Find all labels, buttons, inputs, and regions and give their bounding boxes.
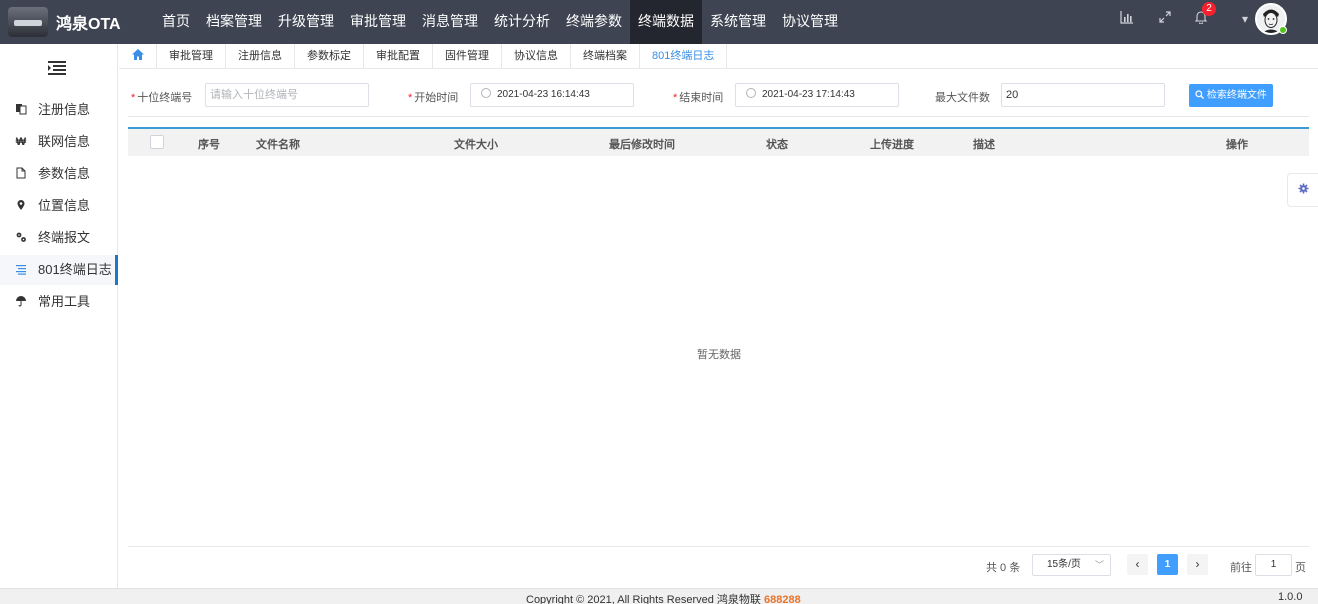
top-navigation: 首页 档案管理 升级管理 审批管理 消息管理 统计分析 终端参数 终端数据 系统… <box>154 0 846 44</box>
chevron-down-icon: ﹀ <box>1094 560 1104 570</box>
location-pin-icon <box>14 199 28 213</box>
online-status-dot <box>1279 26 1287 34</box>
nav-item-upgrade[interactable]: 升级管理 <box>270 0 342 44</box>
goto-page-input[interactable]: 1 <box>1255 554 1292 576</box>
column-header-index: 序号 <box>198 139 220 151</box>
currency-icon: ₩ <box>15 136 27 148</box>
chevron-right-icon: › <box>1195 557 1200 571</box>
umbrella-icon <box>14 295 28 309</box>
max-files-label: 最大文件数 <box>935 92 990 104</box>
nav-item-home[interactable]: 首页 <box>154 0 198 44</box>
clock-icon <box>481 88 491 98</box>
table-bottom-border <box>128 546 1309 547</box>
end-time-label: * 结束时间 <box>673 92 724 104</box>
bar-chart-icon[interactable] <box>1118 10 1136 28</box>
column-header-file-size: 文件大小 <box>454 139 498 151</box>
search-icon <box>1195 90 1207 101</box>
sidebar-item-tools[interactable]: 常用工具 <box>0 287 118 317</box>
end-time-picker[interactable]: 2021-04-23 17:14:43 <box>735 83 899 107</box>
sidebar-item-label: 终端报文 <box>38 230 91 245</box>
terminal-number-input[interactable]: 请输入十位终端号 <box>205 83 369 107</box>
nav-item-message[interactable]: 消息管理 <box>414 0 486 44</box>
sidebar-item-801-log[interactable]: 801终端日志 <box>0 255 118 285</box>
column-header-description: 描述 <box>973 139 995 151</box>
form-divider <box>128 116 1309 117</box>
column-header-upload-progress: 上传进度 <box>870 139 914 151</box>
sidebar-item-label: 参数信息 <box>38 166 91 181</box>
caret-down-icon[interactable]: ▾ <box>1236 10 1254 28</box>
prev-page-button[interactable]: ‹ <box>1127 554 1148 575</box>
logo-icon <box>8 7 48 37</box>
nav-item-statistics[interactable]: 统计分析 <box>486 0 558 44</box>
nav-item-approval[interactable]: 审批管理 <box>342 0 414 44</box>
sidebar-item-label: 常用工具 <box>38 294 91 309</box>
tab-firmware[interactable]: 固件管理 <box>433 44 502 68</box>
sidebar-item-label: 注册信息 <box>38 102 91 117</box>
clock-icon <box>746 88 756 98</box>
empty-state-text: 暂无数据 <box>697 349 741 361</box>
notification-badge: 2 <box>1202 2 1216 16</box>
chevron-left-icon: ‹ <box>1135 557 1140 571</box>
max-files-input[interactable]: 20 <box>1001 83 1165 107</box>
sidebar-item-label: 联网信息 <box>38 134 91 149</box>
tab-801-log[interactable]: 801终端日志 <box>640 44 728 68</box>
nav-item-system[interactable]: 系统管理 <box>702 0 774 44</box>
pagination-total: 共 0 条 <box>986 562 1021 574</box>
top-bar: 鸿泉OTA 首页 档案管理 升级管理 审批管理 消息管理 统计分析 终端参数 终… <box>0 0 1318 44</box>
nav-item-protocol[interactable]: 协议管理 <box>774 0 846 44</box>
tab-approval-config[interactable]: 审批配置 <box>364 44 433 68</box>
version-text: 1.0.0 <box>1278 591 1303 603</box>
goto-label: 前往 <box>1230 562 1252 574</box>
page-size-select[interactable]: 15条/页 ﹀ <box>1032 554 1111 576</box>
table-header: 序号 文件名称 文件大小 最后修改时间 状态 上传进度 描述 操作 <box>128 127 1309 156</box>
tab-approval[interactable]: 审批管理 <box>157 44 226 68</box>
tab-registration[interactable]: 注册信息 <box>226 44 295 68</box>
search-terminal-files-button[interactable]: 检索终端文件 <box>1189 84 1273 107</box>
column-header-status: 状态 <box>766 139 788 151</box>
sidebar-item-label: 位置信息 <box>38 198 91 213</box>
sidebar-item-network[interactable]: ₩ 联网信息 <box>0 127 118 157</box>
gear-icon <box>1298 183 1309 197</box>
copyright-text: Copyright © 2021, All Rights Reserved 鸿泉… <box>526 594 801 604</box>
page-suffix-label: 页 <box>1295 562 1306 574</box>
home-tab[interactable] <box>119 44 157 68</box>
list-icon <box>14 263 28 277</box>
nav-item-terminal-params[interactable]: 终端参数 <box>558 0 630 44</box>
sidebar-item-label: 801终端日志 <box>38 262 112 277</box>
select-all-checkbox[interactable] <box>150 135 164 149</box>
gear-icon <box>14 231 28 245</box>
terminal-number-label: * 十位终端号 <box>131 92 193 104</box>
sidebar: 注册信息 ₩ 联网信息 参数信息 位置信息 终端报文 801终端日志 常用工具 <box>0 44 118 588</box>
nav-item-terminal-data[interactable]: 终端数据 <box>630 0 702 44</box>
column-header-file-name: 文件名称 <box>256 139 300 151</box>
home-icon <box>131 48 145 64</box>
fullscreen-icon[interactable] <box>1156 10 1174 28</box>
tab-bar: 审批管理 注册信息 参数标定 审批配置 固件管理 协议信息 终端档案 801终端… <box>119 44 1318 69</box>
sidebar-item-messages[interactable]: 终端报文 <box>0 223 118 253</box>
column-header-actions: 操作 <box>1226 139 1248 151</box>
tab-protocol-info[interactable]: 协议信息 <box>502 44 571 68</box>
tab-param-calibration[interactable]: 参数标定 <box>295 44 364 68</box>
footer: Copyright © 2021, All Rights Reserved 鸿泉… <box>0 588 1318 604</box>
start-time-label: * 开始时间 <box>408 92 459 104</box>
copy-icon <box>14 103 28 117</box>
column-header-modified-time: 最后修改时间 <box>609 139 675 151</box>
app-logo[interactable]: 鸿泉OTA <box>8 4 148 40</box>
sidebar-item-registration[interactable]: 注册信息 <box>0 95 118 125</box>
settings-float-button[interactable] <box>1287 173 1318 207</box>
next-page-button[interactable]: › <box>1187 554 1208 575</box>
start-time-picker[interactable]: 2021-04-23 16:14:43 <box>470 83 634 107</box>
nav-item-archive[interactable]: 档案管理 <box>198 0 270 44</box>
sidebar-item-location[interactable]: 位置信息 <box>0 191 118 221</box>
file-icon <box>14 167 28 181</box>
menu-toggle-icon[interactable] <box>47 60 67 76</box>
app-name: 鸿泉OTA <box>56 16 121 33</box>
tab-terminal-archive[interactable]: 终端档案 <box>571 44 640 68</box>
page-number-current[interactable]: 1 <box>1157 554 1178 575</box>
company-code: 688288 <box>763 594 801 604</box>
sidebar-item-params[interactable]: 参数信息 <box>0 159 118 189</box>
